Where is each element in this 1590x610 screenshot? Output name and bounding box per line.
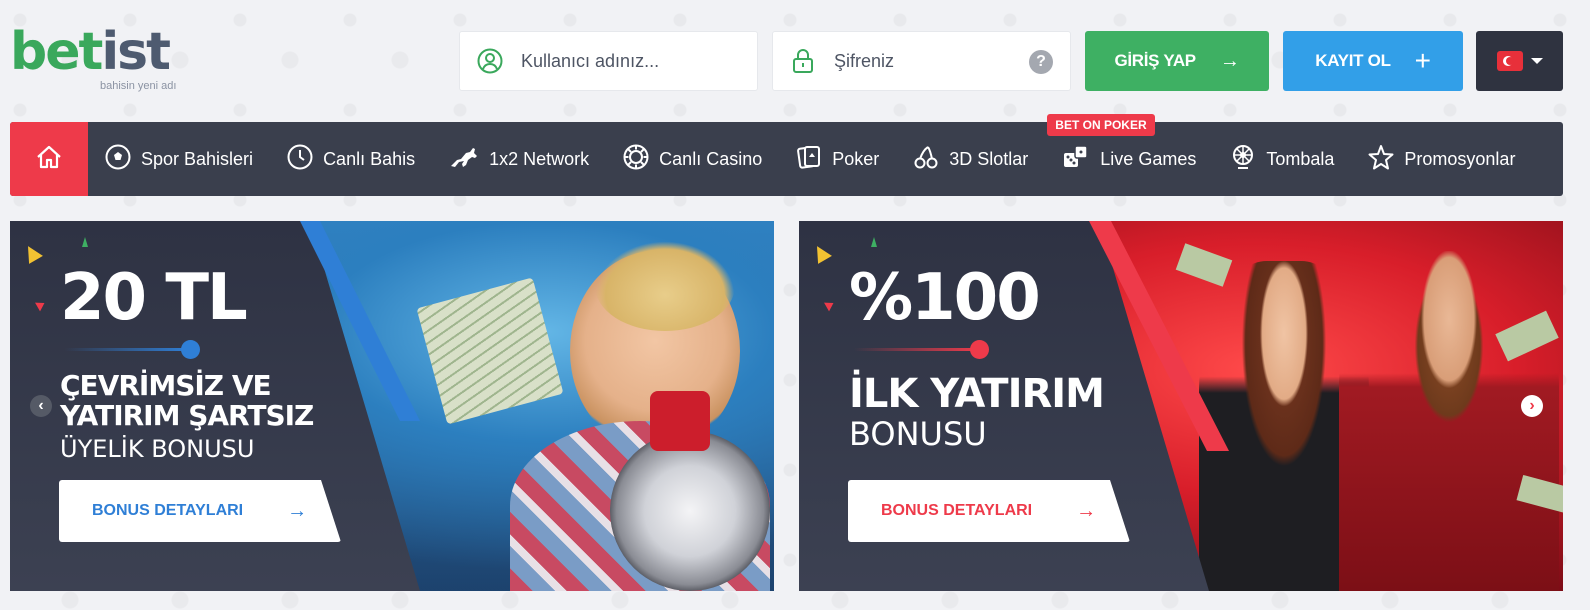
nav-item-canli-bahis[interactable]: Canlı Bahis <box>270 122 432 196</box>
banner-subtitle: ÜYELİK BONUSU <box>60 435 255 463</box>
user-icon <box>477 48 503 74</box>
nav-label: Poker <box>832 148 880 169</box>
nav-item-tombala[interactable]: Tombala <box>1213 122 1351 196</box>
accent-line <box>65 348 190 351</box>
confetti <box>871 237 877 247</box>
password-help-icon[interactable]: ? <box>1029 50 1053 74</box>
turkey-flag-icon <box>1496 51 1523 71</box>
clock-icon <box>287 144 313 175</box>
nav-item-poker[interactable]: Poker <box>779 122 896 196</box>
chevron-down-icon <box>1530 58 1543 64</box>
nav-label: Canlı Casino <box>659 148 763 169</box>
bet-on-poker-badge: BET ON POKER <box>1047 114 1155 136</box>
promo-banner-2[interactable]: %100 İLK YATIRIM BONUSU BONUS DETAYLARI … <box>799 221 1563 591</box>
accent-dot <box>181 340 200 359</box>
man-photo <box>1339 251 1559 591</box>
username-field[interactable] <box>459 31 758 91</box>
banner-headline: İLK YATIRIM <box>849 371 1105 417</box>
password-field[interactable]: ? <box>772 31 1071 91</box>
nav-item-canli-casino[interactable]: Canlı Casino <box>606 122 779 196</box>
home-icon <box>35 144 63 175</box>
username-input[interactable] <box>521 50 721 72</box>
password-input[interactable] <box>834 50 1034 72</box>
logo-tagline: bahisin yeni adı <box>100 80 177 92</box>
arrow-right-icon: → <box>1219 49 1240 72</box>
megaphone <box>610 431 770 591</box>
nav-label: Live Games <box>1100 148 1197 169</box>
cherry-icon <box>913 144 939 175</box>
hair <box>595 241 735 331</box>
nav-label: Spor Bahisleri <box>141 148 254 169</box>
promo-banner-1[interactable]: 20 TL ÇEVRİMSİZ VE YATIRIM ŞARTSIZ ÜYELİ… <box>10 221 774 591</box>
megaphone-handle <box>650 391 710 451</box>
banner-headline: ÇEVRİMSİZ VE <box>60 369 272 402</box>
logo-wordmark: betist <box>10 22 171 82</box>
star-icon <box>1368 144 1394 175</box>
site-logo[interactable]: betist bahisin yeni adı <box>10 22 210 94</box>
nav-item-live-games[interactable]: BET ON POKER Live Games <box>1045 114 1213 196</box>
plus-icon: + <box>1414 45 1431 76</box>
cards-icon <box>796 144 822 175</box>
arrow-right-icon: → <box>1076 499 1097 522</box>
banner-subtitle: BONUSU <box>849 415 987 453</box>
slider-prev-button[interactable]: ‹ <box>30 395 52 417</box>
nav-label: 3D Slotlar <box>949 148 1029 169</box>
nav-label: Tombala <box>1266 148 1335 169</box>
nav-item-1x2-network[interactable]: 1x2 Network <box>432 122 606 196</box>
login-label: GİRİŞ YAP <box>1114 51 1196 70</box>
button-label: BONUS DETAYLARI <box>92 502 244 519</box>
bonus-details-button[interactable]: BONUS DETAYLARI → <box>848 480 1130 542</box>
chevron-left-icon: ‹ <box>38 397 44 414</box>
nav-label: Promosyonlar <box>1404 148 1516 169</box>
nav-label: Canlı Bahis <box>323 148 416 169</box>
casino-chip-icon <box>623 144 649 175</box>
slider-next-button[interactable]: › <box>1521 395 1543 417</box>
language-selector[interactable] <box>1476 31 1563 91</box>
main-nav: Spor Bahisleri Canlı Bahis 1x2 Network C… <box>10 114 1563 196</box>
register-label: KAYIT OL <box>1315 51 1391 70</box>
soccer-ball-icon <box>105 144 131 175</box>
banner-headline: YATIRIM ŞARTSIZ <box>60 399 314 432</box>
accent-dot <box>970 340 989 359</box>
nav-item-spor-bahisleri[interactable]: Spor Bahisleri <box>88 122 270 196</box>
nav-label: 1x2 Network <box>489 148 590 169</box>
banner-amount: %100 <box>849 261 1041 335</box>
chevron-right-icon: › <box>1529 397 1535 414</box>
register-button[interactable]: KAYIT OL + <box>1283 31 1463 91</box>
banner-amount: 20 TL <box>60 261 248 335</box>
nav-item-3d-slotlar[interactable]: 3D Slotlar <box>896 122 1045 196</box>
dice-icon <box>1062 144 1090 175</box>
confetti <box>82 237 88 247</box>
button-label: BONUS DETAYLARI <box>881 502 1033 519</box>
nav-home[interactable] <box>10 122 88 196</box>
login-button[interactable]: GİRİŞ YAP → <box>1085 31 1269 91</box>
lock-icon <box>790 48 816 74</box>
nav-item-promosyonlar[interactable]: Promosyonlar <box>1351 122 1532 196</box>
bingo-wheel-icon <box>1230 144 1256 175</box>
accent-line <box>854 348 979 351</box>
arrow-right-icon: → <box>287 499 308 522</box>
bonus-details-button[interactable]: BONUS DETAYLARI → <box>59 480 341 542</box>
horse-icon <box>449 144 479 175</box>
